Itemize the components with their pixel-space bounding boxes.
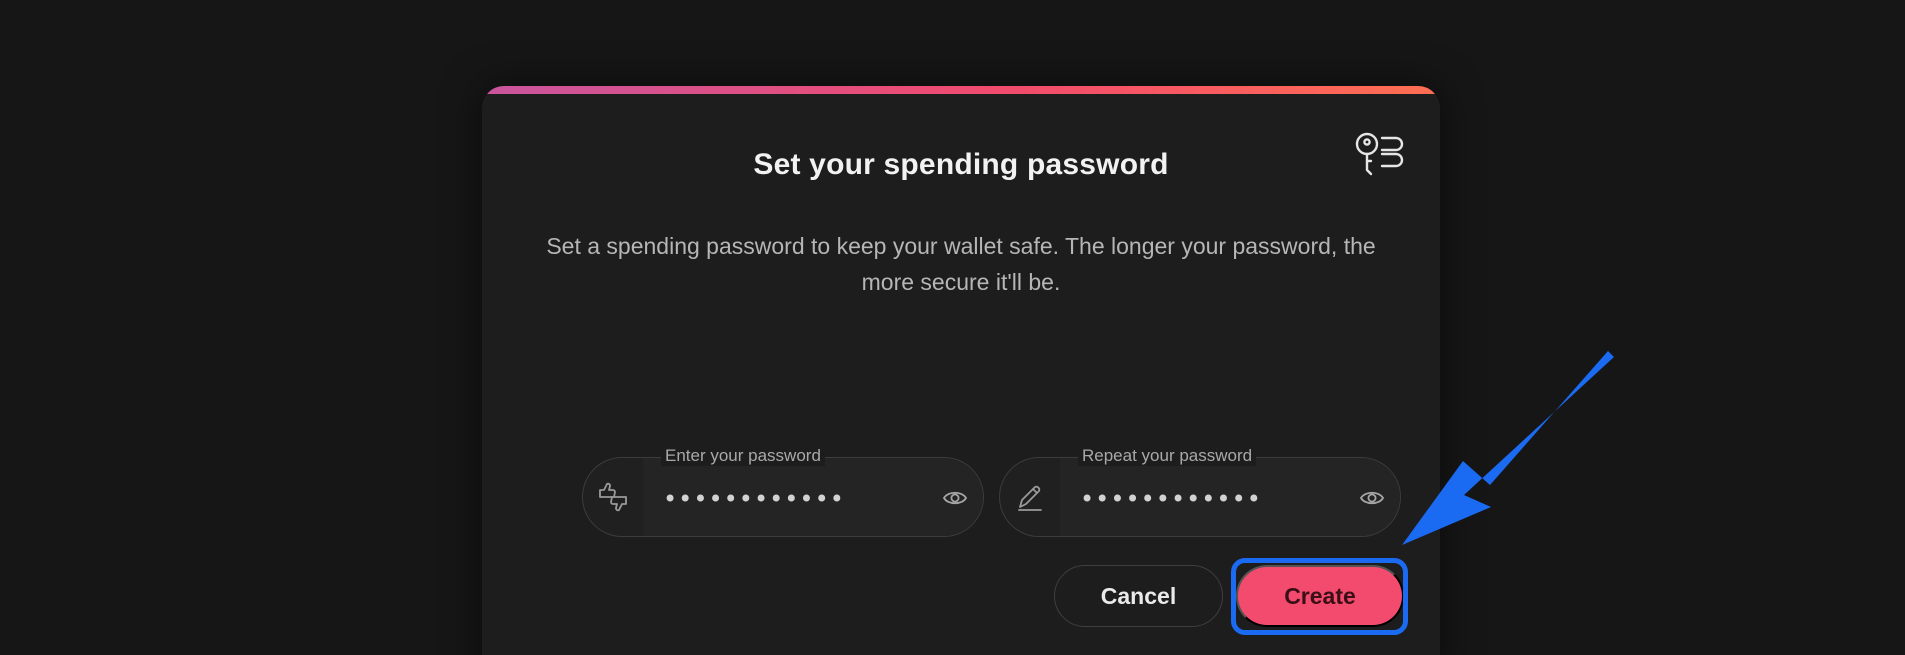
dialog-description: Set a spending password to keep your wal… bbox=[546, 233, 1376, 295]
annotation-highlight-box bbox=[1231, 558, 1408, 635]
dialog-title: Set your spending password bbox=[753, 148, 1169, 181]
field-leading-slot bbox=[1000, 458, 1061, 536]
cancel-button[interactable]: Cancel bbox=[1054, 565, 1223, 627]
repeat-password-field: Repeat your password bbox=[999, 446, 1401, 537]
password-input[interactable] bbox=[661, 482, 925, 516]
password-input-wrapper bbox=[643, 458, 983, 536]
repeat-password-field-label: Repeat your password bbox=[1078, 446, 1257, 466]
dialog-gradient-bar bbox=[482, 86, 1440, 94]
eye-icon[interactable] bbox=[1358, 484, 1386, 512]
password-field: Enter your password bbox=[582, 446, 984, 537]
field-leading-slot bbox=[583, 458, 644, 536]
annotation-arrow-icon bbox=[1402, 351, 1614, 545]
screen: Set your spending password Set a spendin… bbox=[0, 0, 1905, 655]
pencil-icon bbox=[1018, 485, 1042, 511]
password-field-label: Enter your password bbox=[661, 446, 825, 466]
repeat-password-input[interactable] bbox=[1078, 482, 1342, 516]
thumbs-up-down-icon bbox=[599, 482, 627, 512]
repeat-password-input-wrapper bbox=[1060, 458, 1400, 536]
eye-icon[interactable] bbox=[941, 484, 969, 512]
key-list-icon bbox=[1355, 132, 1404, 176]
